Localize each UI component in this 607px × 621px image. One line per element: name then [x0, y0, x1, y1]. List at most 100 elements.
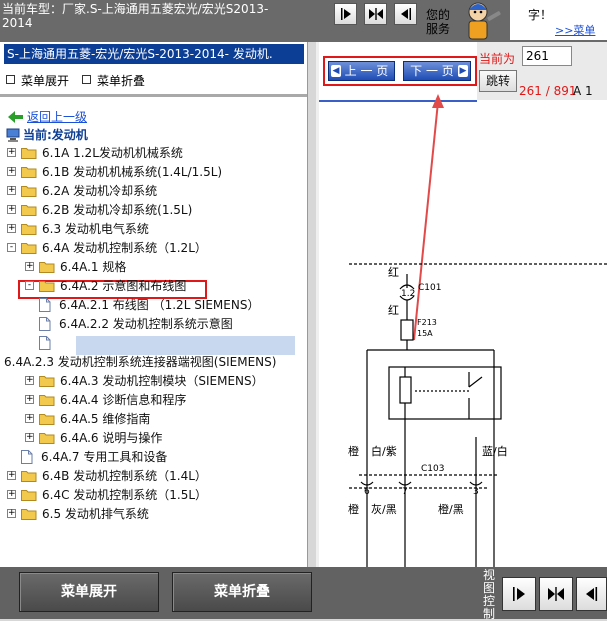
folder-icon: [39, 414, 55, 425]
expand-icon[interactable]: +: [7, 148, 16, 157]
tree-item-label: 6.2B 发动机冷却系统(1.5L): [42, 203, 193, 217]
collapse-icon[interactable]: -: [25, 281, 34, 290]
promo-link[interactable]: >>菜单: [555, 22, 595, 38]
mechanic-mascot-icon: [468, 2, 501, 40]
tree-item-label: 6.1A 1.2L发动机机械系统: [42, 146, 183, 160]
expand-icon[interactable]: +: [7, 471, 16, 480]
wire-color-red-2: 红: [388, 304, 399, 317]
expand-icon[interactable]: +: [25, 262, 34, 271]
left-panel-title: S-上海通用五菱-宏光/宏光S-2013-2014- 发动机.: [4, 44, 304, 64]
tree-item-label: 6.4A.4 诊断信息和程序: [60, 393, 187, 407]
folder-icon: [21, 167, 37, 178]
view-right-button-bottom[interactable]: [502, 577, 536, 611]
tree-item-label: 6.4A.2.3 发动机控制系统连接器端视图(SIEMENS): [4, 355, 277, 369]
arrow-left-icon: [400, 8, 411, 20]
menu-expand-link[interactable]: 菜单展开: [6, 72, 69, 89]
tree-item-label: 6.4A.7 专用工具和设备: [41, 450, 168, 464]
tree-item-label: 6.1B 发动机机械系统(1.4L/1.5L): [42, 165, 223, 179]
folder-icon: [39, 433, 55, 444]
tree-item-label: 6.4B 发动机控制系统（1.4L）: [42, 469, 207, 483]
tree-item-label: 6.2A 发动机冷却系统: [42, 184, 158, 198]
collapse-icon[interactable]: -: [7, 243, 16, 252]
expand-icon[interactable]: +: [7, 205, 16, 214]
computer-icon: [6, 128, 20, 142]
view-split-button-bottom[interactable]: [539, 577, 573, 611]
connector-c103: C103: [421, 464, 444, 474]
current-node-label: 当前:发动机: [23, 128, 88, 142]
folder-open-icon: [21, 243, 37, 254]
expand-icon[interactable]: +: [7, 224, 16, 233]
pin-6: 6: [364, 487, 370, 497]
tree-item-label: 6.5 发动机排气系统: [42, 507, 149, 521]
tree-item-label: 6.4A.3 发动机控制模块（SIEMENS）: [60, 374, 264, 388]
menu-tree-panel: S-上海通用五菱-宏光/宏光S-2013-2014- 发动机. 菜单展开 菜单折…: [0, 42, 308, 567]
split-arrows-icon: [548, 587, 564, 601]
top-bar: 当前车型：厂家.S-上海通用五菱宏光/宏光S2013- 2014 您的 服务 字…: [0, 0, 607, 42]
folder-icon: [21, 224, 37, 235]
expand-icon[interactable]: +: [25, 395, 34, 404]
diagram-panel: ◀ 上 一 页 下 一 页 ▶ 当前为 跳转 261 / 891 A 1: [319, 42, 607, 567]
menu-expand-label: 菜单展开: [21, 74, 70, 88]
folder-icon: [21, 205, 37, 216]
wire-color-blue-white: 蓝/白: [482, 444, 508, 458]
menu-collapse-button[interactable]: 菜单折叠: [172, 572, 312, 612]
tree-item-label: 6.4A.1 规格: [60, 260, 127, 274]
folder-open-icon: [39, 281, 55, 292]
back-arrow-icon: [8, 111, 23, 123]
expand-icon[interactable]: +: [25, 433, 34, 442]
document-icon: [21, 450, 33, 464]
tree-item-label: 6.4A.2.1 布线图 （1.2L SIEMENS）: [59, 298, 260, 312]
arrow-right-icon: [340, 8, 351, 20]
wire-color-gray-black: 灰/黑: [371, 502, 397, 516]
expand-icon[interactable]: +: [7, 186, 16, 195]
folder-icon: [21, 186, 37, 197]
document-icon: [39, 336, 51, 350]
expand-icon[interactable]: +: [25, 414, 34, 423]
tree-item-label: 6.4A.5 维修指南: [60, 412, 151, 426]
folder-icon: [21, 509, 37, 520]
arrow-left-icon: [585, 587, 597, 601]
folder-icon: [21, 490, 37, 501]
folder-icon: [39, 395, 55, 406]
folder-icon: [39, 262, 55, 273]
vehicle-line-1: 当前车型：厂家.S-上海通用五菱宏光/宏光S2013-: [2, 2, 269, 16]
view-left-button[interactable]: [394, 3, 417, 25]
arrow-right-icon: [513, 587, 525, 601]
view-control-label: 视图控制: [483, 568, 496, 621]
split-arrows-icon: [368, 8, 383, 20]
view-split-button[interactable]: [364, 3, 387, 25]
menu-collapse-link[interactable]: 菜单折叠: [82, 72, 145, 89]
tree-item-label: 6.4C 发动机控制系统（1.5L）: [42, 488, 208, 502]
view-left-button-bottom[interactable]: [576, 577, 607, 611]
wire-color-white-purple: 白/紫: [371, 444, 397, 458]
menu-collapse-label: 菜单折叠: [97, 74, 146, 88]
wire-color-orange: 橙: [348, 444, 359, 458]
vehicle-line-2: 2014: [2, 16, 33, 30]
wire-color-red: 红: [388, 266, 399, 279]
folder-icon: [21, 471, 37, 482]
service-line-1: 您的: [426, 8, 451, 22]
tree-item-label: 6.3 发动机电气系统: [42, 222, 149, 236]
expand-icon[interactable]: +: [7, 509, 16, 518]
view-right-button[interactable]: [334, 3, 357, 25]
expand-icon[interactable]: +: [25, 376, 34, 385]
folder-icon: [39, 376, 55, 387]
pin-1-2: 1.2: [401, 289, 415, 299]
expand-icon[interactable]: +: [7, 490, 16, 499]
tree-item-label: 6.4A.6 说明与操作: [60, 431, 163, 445]
current-vehicle-label: 当前车型：厂家.S-上海通用五菱宏光/宏光S2013- 2014: [2, 2, 302, 30]
document-icon: [39, 298, 51, 312]
expand-icon[interactable]: +: [7, 167, 16, 176]
wiring-diagram: 红 C101 1.2 红 F213 15A 橙 白/紫 蓝/白 C103 6 7…: [348, 263, 607, 567]
connector-c101: C101: [418, 283, 441, 293]
document-icon: [39, 317, 51, 331]
bottom-bar: 菜单展开 菜单折叠 视图控制: [0, 567, 607, 621]
square-icon: [6, 75, 15, 84]
wire-color-orange-black: 橙/黑: [438, 502, 464, 516]
tree-item-label: 6.4A.2 示意图和布线图: [60, 279, 187, 293]
menu-expand-button[interactable]: 菜单展开: [19, 572, 159, 612]
tree-item-label: 6.4A.2.2 发动机控制系统示意图: [59, 317, 233, 331]
square-icon: [82, 75, 91, 84]
service-label: 您的 服务: [426, 8, 450, 36]
pin-7: 7: [402, 487, 408, 497]
